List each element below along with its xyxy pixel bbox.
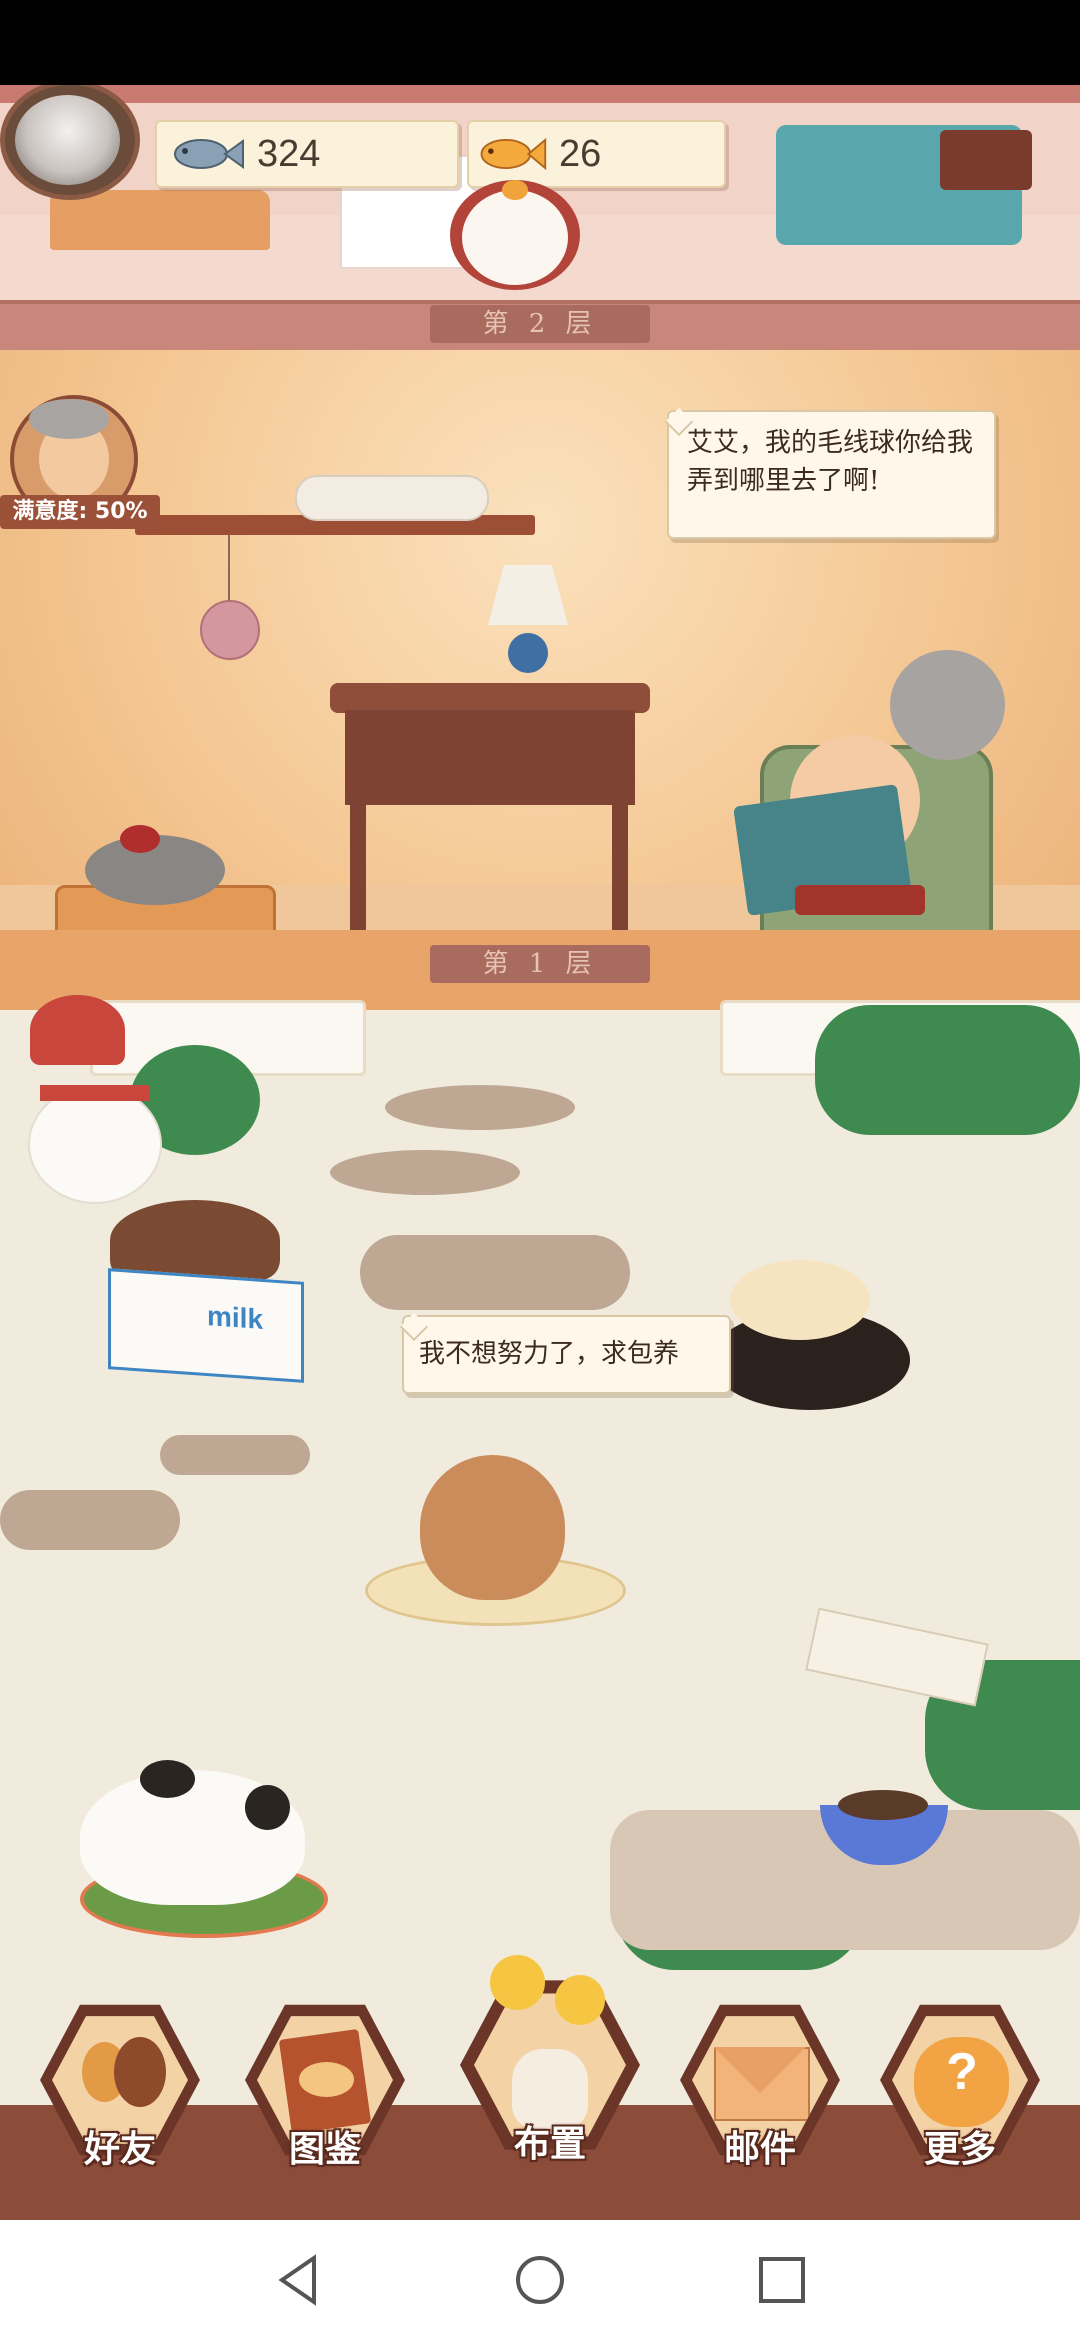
table-drawer[interactable] bbox=[345, 710, 635, 805]
cat-face-icon bbox=[15, 95, 120, 185]
book-icon bbox=[940, 130, 1032, 190]
menu-label: 更多 bbox=[923, 2129, 996, 2170]
menu-button-mail[interactable]: 邮件 bbox=[675, 2000, 845, 2180]
bush bbox=[815, 1005, 1080, 1135]
gold-fish-count: 26 bbox=[559, 132, 602, 175]
player-avatar[interactable] bbox=[0, 85, 140, 200]
cat-spot bbox=[245, 1785, 290, 1830]
menu-button-catalog[interactable]: 图鉴 bbox=[240, 2000, 410, 2180]
cat-spot bbox=[140, 1760, 195, 1798]
grandma-speech-text: 艾艾，我的毛线球你给我弄到哪里去了啊! bbox=[687, 428, 974, 496]
back-icon[interactable] bbox=[270, 2252, 326, 2308]
menu-label: 布置 bbox=[513, 2124, 586, 2165]
white-cat bbox=[462, 190, 568, 285]
home-icon[interactable] bbox=[512, 2252, 568, 2308]
navigation-bar bbox=[0, 2220, 1080, 2340]
flower-icon bbox=[555, 1975, 605, 2025]
stepping-stone bbox=[330, 1150, 520, 1195]
scarf bbox=[40, 1085, 150, 1101]
menu-button-friends[interactable]: 好友 bbox=[35, 2000, 205, 2180]
cushion bbox=[295, 475, 489, 521]
cream-hat bbox=[730, 1260, 870, 1340]
grandma-skirt bbox=[795, 885, 925, 915]
game-scene[interactable]: 324 26 第 2 层 满意度: 50% 艾艾，我的毛线球你给我弄到哪里去了啊… bbox=[0, 85, 1080, 2220]
milk-label: milk bbox=[207, 1300, 264, 1335]
cat-speech-bubble: 我不想努力了，求包养 bbox=[402, 1315, 731, 1394]
status-bar bbox=[0, 0, 1080, 85]
menu-label: 图鉴 bbox=[288, 2129, 361, 2170]
cat-speech-text: 我不想努力了，求包养 bbox=[419, 1339, 680, 1369]
recent-apps-icon[interactable] bbox=[754, 2252, 810, 2308]
floor-1-label: 第 1 层 bbox=[430, 945, 650, 983]
cat-ruff-collar[interactable] bbox=[450, 180, 580, 290]
stepping-stone bbox=[360, 1235, 630, 1310]
menu-label: 好友 bbox=[83, 2129, 156, 2170]
stepping-stone bbox=[160, 1435, 310, 1475]
hair-bun bbox=[29, 399, 109, 439]
snowman[interactable] bbox=[28, 1085, 162, 1204]
orange-cat[interactable] bbox=[420, 1455, 565, 1600]
flower-icon bbox=[490, 1955, 545, 2010]
cat-bed bbox=[50, 190, 270, 250]
silver-fish-counter[interactable]: 324 bbox=[155, 120, 459, 188]
yarn-ball-icon[interactable] bbox=[200, 600, 260, 660]
gold-fish-counter[interactable]: 26 bbox=[467, 120, 726, 188]
menu-label: 邮件 bbox=[723, 2129, 796, 2170]
santa-hat-icon bbox=[30, 995, 125, 1065]
menu-button-more[interactable]: ? 更多 bbox=[875, 2000, 1045, 2180]
bow-icon bbox=[502, 180, 528, 200]
menu-button-decorate[interactable]: 布置 bbox=[455, 1955, 645, 2185]
bow-icon bbox=[120, 825, 160, 853]
brown-cat[interactable] bbox=[110, 1200, 280, 1280]
grandma-speech-bubble: 艾艾，我的毛线球你给我弄到哪里去了啊! bbox=[667, 410, 996, 539]
table-top bbox=[330, 683, 650, 713]
milk-box[interactable]: milk bbox=[108, 1268, 304, 1383]
satisfaction-label: 满意度: 50% bbox=[0, 495, 160, 529]
silver-fish-icon bbox=[174, 139, 244, 169]
stepping-stone bbox=[385, 1085, 575, 1130]
stepping-stone bbox=[0, 1490, 180, 1550]
cat-food bbox=[838, 1790, 928, 1820]
gold-fish-icon bbox=[480, 137, 547, 171]
grandma-hair-bun bbox=[890, 650, 1005, 760]
silver-fish-count: 324 bbox=[257, 132, 321, 175]
floor-2-label: 第 2 层 bbox=[430, 305, 650, 343]
lamp-base bbox=[508, 633, 548, 673]
